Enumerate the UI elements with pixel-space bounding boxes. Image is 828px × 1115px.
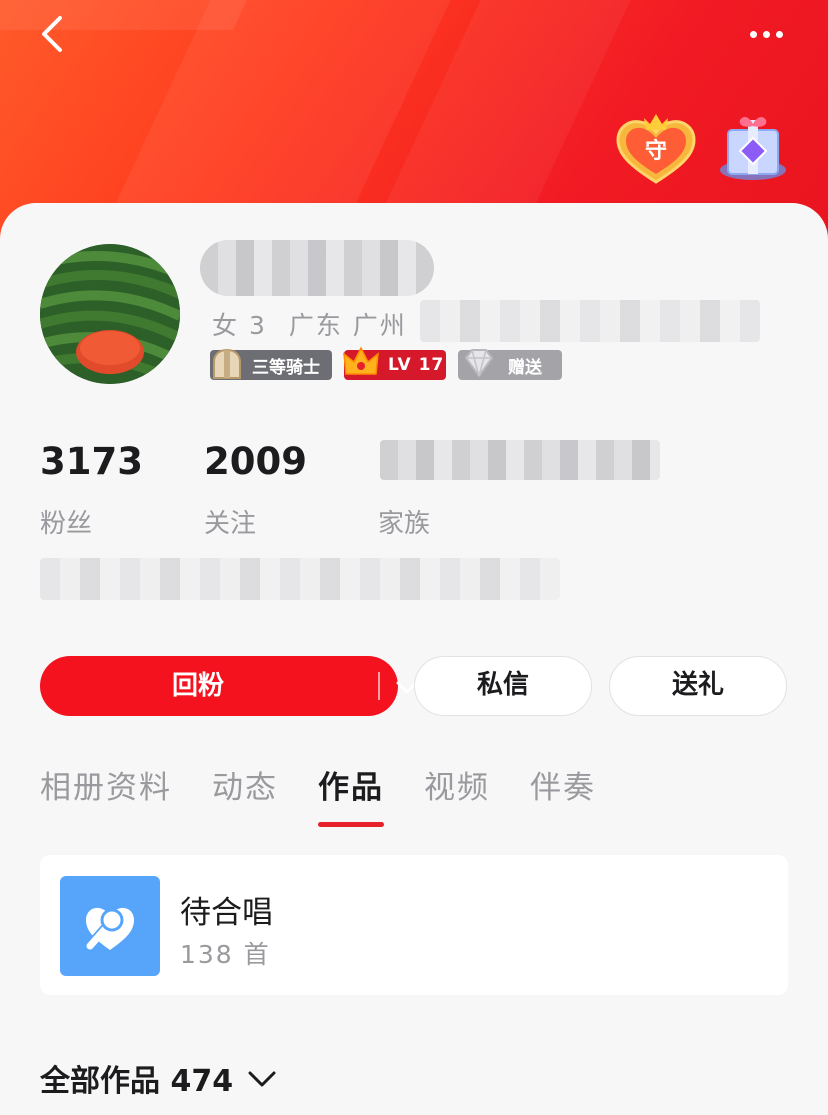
pending-duet-card[interactable]: 待合唱 138 首: [40, 855, 788, 995]
send-gift-button[interactable]: 送礼: [609, 656, 787, 716]
badge-row: 三等骑士 LV 17 赠送: [210, 346, 562, 380]
knight-badge-label: 三等骑士: [252, 357, 320, 378]
more-dot: [775, 30, 783, 38]
fans-label: 粉丝: [40, 509, 93, 539]
family-label: 家族: [378, 509, 431, 539]
diamond-icon: [464, 349, 494, 378]
guardian-badge[interactable]: 守: [614, 112, 698, 186]
follow-back-button[interactable]: 回粉: [40, 656, 418, 716]
following-label: 关注: [204, 509, 257, 539]
work-count: 138 首: [180, 940, 271, 969]
location: 广东 广州: [288, 311, 407, 340]
tab-accompaniment[interactable]: 伴奏: [530, 762, 596, 807]
redacted-family-name[interactable]: [380, 440, 660, 480]
tab-moments[interactable]: 动态: [212, 762, 278, 807]
chevron-left-icon: [42, 16, 62, 52]
tab-indicator: [318, 822, 384, 827]
redacted-info: [420, 300, 760, 342]
chevron-down-icon: [248, 1071, 276, 1087]
button-divider: [378, 672, 380, 700]
following-count[interactable]: 2009: [204, 440, 307, 483]
tab-album-info[interactable]: 相册资料: [40, 762, 172, 807]
all-works-label: 全部作品 474: [40, 1064, 234, 1099]
message-button[interactable]: 私信: [414, 656, 592, 716]
profile-tabs: 相册资料 动态 作品 视频 伴奏: [0, 762, 828, 832]
tab-videos[interactable]: 视频: [424, 762, 490, 807]
more-dot: [762, 30, 770, 38]
gift-level-badge[interactable]: 赠送: [458, 349, 562, 380]
gender-age: 女 3: [212, 311, 267, 340]
more-dots-icon: [749, 30, 757, 38]
profile-meta: 女 3 广东 广州: [212, 306, 407, 340]
knight-helmet-icon: [213, 348, 241, 379]
redacted-bio: [40, 558, 560, 600]
crown-icon: [343, 346, 379, 375]
gift-badge[interactable]: [716, 112, 790, 186]
gift-box-icon: [720, 117, 786, 180]
level-badge[interactable]: LV 17: [343, 346, 446, 380]
follow-back-label: 回粉: [171, 671, 224, 701]
back-button[interactable]: [34, 14, 74, 58]
heart-shield-icon: 守: [616, 114, 696, 184]
microphone-heart-icon: [85, 907, 134, 950]
work-title: 待合唱: [180, 895, 273, 931]
avatar-image: [40, 244, 180, 384]
work-icon-tile: [60, 876, 160, 976]
tab-works[interactable]: 作品: [318, 762, 384, 807]
guard-badge-text: 守: [645, 138, 667, 164]
knight-badge[interactable]: 三等骑士: [210, 348, 332, 380]
all-works-dropdown[interactable]: 全部作品 474: [40, 1056, 279, 1100]
redacted-username: [200, 240, 434, 296]
level-badge-label: LV 17: [388, 355, 445, 375]
fans-count[interactable]: 3173: [40, 440, 143, 483]
more-button[interactable]: [742, 22, 790, 46]
gift-badge-label: 赠送: [508, 357, 542, 378]
avatar[interactable]: [40, 244, 180, 384]
